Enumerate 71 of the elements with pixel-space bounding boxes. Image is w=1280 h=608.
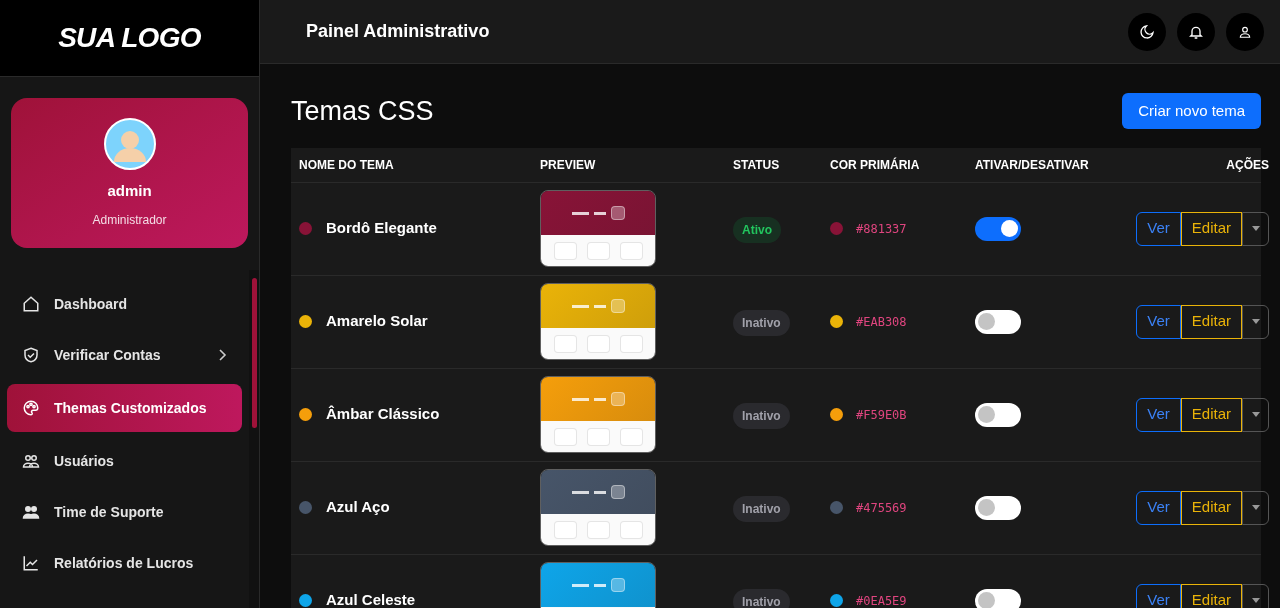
edit-button[interactable]: Editar (1180, 397, 1242, 432)
edit-button[interactable]: Editar (1180, 211, 1242, 246)
user-button[interactable] (1226, 12, 1264, 51)
home-icon (22, 295, 40, 313)
team-icon (22, 503, 40, 521)
scrollbar[interactable] (249, 270, 259, 608)
nav-item[interactable]: Usuários (7, 439, 242, 483)
nav-item[interactable]: Themas Customizados (7, 384, 242, 432)
toggle-switch[interactable] (975, 216, 1021, 241)
dark-mode-button[interactable] (1128, 12, 1166, 51)
nav-item[interactable]: Relatórios de Lucros (7, 541, 242, 585)
view-button[interactable]: Ver (1136, 490, 1181, 525)
view-button[interactable]: Ver (1136, 304, 1181, 339)
theme-name: Azul Celeste (326, 590, 416, 608)
column-header: ATIVAR/DESATIVAR (975, 156, 1090, 174)
logo-text: SUA LOGO (58, 21, 201, 55)
moon-icon (1139, 23, 1155, 40)
status-badge: Inativo (733, 402, 790, 429)
status-badge: Inativo (733, 495, 790, 522)
toggle-switch[interactable] (975, 402, 1021, 427)
profile-role: Administrador (92, 211, 167, 229)
chart-icon (22, 554, 40, 572)
create-theme-button[interactable]: Criar novo tema (1122, 93, 1261, 130)
header-title: Painel Administrativo (306, 20, 491, 43)
toggle-switch[interactable] (975, 495, 1021, 520)
status-badge: Inativo (733, 588, 790, 608)
shield-icon (22, 346, 40, 364)
theme-name: Azul Aço (326, 497, 390, 518)
page-title: Temas CSS (291, 95, 434, 128)
column-header: AÇÕES (1225, 156, 1269, 174)
hex-code: #475569 (856, 499, 907, 517)
edit-button[interactable]: Editar (1180, 304, 1242, 339)
edit-button[interactable]: Editar (1180, 490, 1242, 525)
hex-code: #EAB308 (856, 313, 907, 331)
caret-icon (1251, 412, 1260, 417)
view-button[interactable]: Ver (1136, 211, 1181, 246)
toggle-switch[interactable] (975, 588, 1021, 608)
nav-item[interactable]: Verificar Contas (7, 333, 242, 377)
view-button[interactable]: Ver (1136, 583, 1181, 608)
dropdown-button[interactable] (1242, 211, 1269, 246)
dropdown-button[interactable] (1242, 583, 1269, 608)
hex-code: #0EA5E9 (856, 592, 907, 608)
dropdown-button[interactable] (1242, 304, 1269, 339)
dropdown-button[interactable] (1242, 397, 1269, 432)
caret-icon (1251, 319, 1260, 324)
theme-name: Âmbar Clássico (326, 404, 440, 425)
status-badge: Ativo (733, 216, 781, 243)
hex-code: #F59E0B (856, 406, 907, 424)
nav-item[interactable]: Dashboard (7, 282, 242, 326)
profile-name: admin (107, 181, 152, 201)
caret-icon (1251, 598, 1260, 603)
caret-icon (1251, 226, 1260, 231)
theme-name: Amarelo Solar (326, 311, 428, 332)
column-header: COR PRIMÁRIA (830, 156, 921, 174)
caret-icon (1251, 505, 1260, 510)
palette-icon (22, 399, 40, 417)
column-header: STATUS (733, 156, 781, 174)
nav-item[interactable]: Time de Suporte (7, 490, 242, 534)
user-icon (1238, 24, 1252, 39)
status-badge: Inativo (733, 309, 790, 336)
column-header: PREVIEW (540, 156, 597, 174)
column-header: NOME DO TEMA (299, 156, 395, 174)
avatar-icon (103, 118, 156, 170)
toggle-switch[interactable] (975, 309, 1021, 334)
view-button[interactable]: Ver (1136, 397, 1181, 432)
edit-button[interactable]: Editar (1180, 583, 1242, 608)
theme-name: Bordô Elegante (326, 218, 437, 239)
notifications-button[interactable] (1177, 12, 1215, 51)
hex-code: #881337 (856, 220, 907, 238)
users-icon (22, 452, 40, 470)
dropdown-button[interactable] (1242, 490, 1269, 525)
